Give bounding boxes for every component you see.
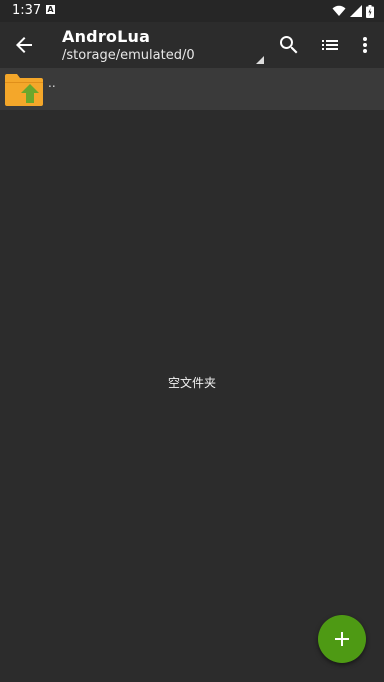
arrow-left-icon [16, 37, 32, 53]
list-view-button[interactable] [318, 33, 342, 57]
more-vert-icon [363, 37, 367, 53]
search-icon [280, 36, 298, 54]
app-title: AndroLua [62, 27, 151, 46]
add-button[interactable] [318, 615, 366, 663]
wifi-icon [332, 5, 346, 16]
folder-up-icon [5, 74, 43, 106]
status-bar: 1:37 A [0, 0, 384, 22]
parent-directory-label: .. [48, 76, 56, 90]
path-dropdown-icon[interactable] [256, 56, 264, 64]
status-icons [332, 4, 374, 18]
back-button[interactable] [12, 33, 36, 57]
parent-directory-item[interactable]: .. [0, 68, 384, 110]
plus-icon [335, 632, 349, 646]
app-bar: AndroLua /storage/emulated/0 [0, 22, 384, 68]
list-view-icon [322, 40, 338, 50]
current-path[interactable]: /storage/emulated/0 [62, 48, 195, 63]
empty-folder-message: 空文件夹 [167, 376, 216, 390]
status-time: 1:37 [12, 3, 42, 18]
notification-a-icon: A [46, 5, 55, 14]
battery-icon [366, 4, 374, 18]
signal-icon [350, 5, 362, 17]
more-options-button[interactable] [353, 33, 377, 57]
search-button[interactable] [277, 33, 301, 57]
